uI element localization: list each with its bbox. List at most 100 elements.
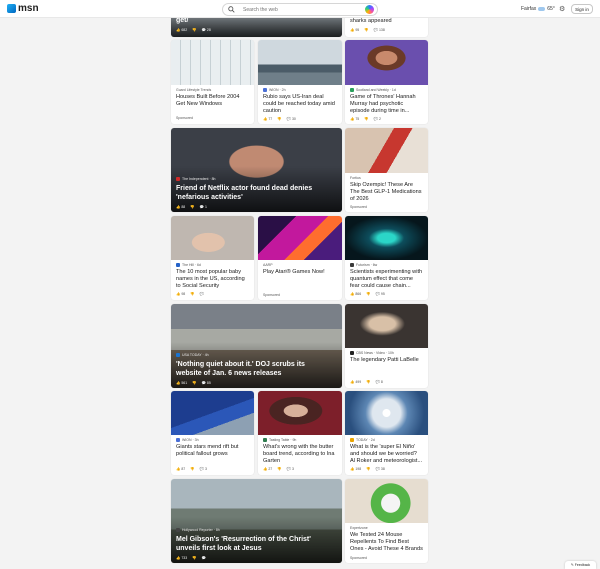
search-input[interactable] (243, 6, 363, 13)
card-title[interactable]: Scientists experimenting with quantum ef… (350, 269, 423, 290)
card-image (171, 391, 254, 435)
sponsored-label: Sponsored (176, 116, 193, 120)
card-reactions: 👍 88 👎 💬 1 (176, 205, 207, 209)
like-button[interactable]: 👍 561 (176, 381, 187, 385)
sponsored-card[interactable]: Fortius Skip Ozempic! These Are The Best… (345, 128, 428, 212)
like-button[interactable]: 👍 499 (350, 380, 361, 384)
card-image (345, 391, 428, 435)
dislike-icon[interactable]: 👎 (190, 205, 194, 209)
comment-button[interactable]: 💬 95 (376, 292, 385, 296)
cloud-icon (538, 7, 546, 11)
news-card[interactable]: The Hill · 6d The 10 most popular baby n… (171, 216, 254, 300)
dislike-icon[interactable]: 👎 (364, 117, 368, 121)
comment-button[interactable]: 💬 30 (287, 117, 296, 121)
like-button[interactable]: 👍 75 (350, 117, 359, 121)
news-card[interactable]: WION · 2h Rubio says US-Iran deal could … (258, 40, 342, 124)
hero-news-card[interactable]: Hollywood Reporter · 8h Mel Gibson's 'Re… (171, 479, 342, 563)
dislike-icon[interactable]: 👎 (277, 117, 281, 121)
card-image (171, 40, 254, 85)
comment-button[interactable]: 💬 138 (374, 28, 385, 32)
thumbs-up-icon: 👍 (176, 28, 181, 32)
comment-button[interactable]: 💬 1 (200, 205, 207, 209)
msn-logo[interactable]: msn (7, 3, 39, 14)
like-button[interactable]: 👍 95 (350, 28, 359, 32)
like-button[interactable]: 👍 733 (176, 556, 187, 560)
news-card[interactable]: Futurism · 6w Scientists experimenting w… (345, 216, 428, 300)
dislike-icon[interactable]: 👎 (364, 28, 368, 32)
sponsored-card[interactable]: Guard Lifestyle Trends Houses Built Befo… (171, 40, 254, 124)
like-button[interactable]: 👍 198 (350, 467, 361, 471)
comment-icon: 💬 (375, 380, 380, 384)
card-title[interactable]: Houses Built Before 2004 Get New Windows (176, 94, 249, 108)
comment-button[interactable]: 💬 (202, 556, 207, 560)
news-card[interactable]: CBS News · Video · 10h The legendary Pat… (345, 304, 428, 388)
card-image (258, 40, 342, 85)
card-image (345, 216, 428, 260)
source-favicon-icon (350, 438, 354, 442)
dislike-icon[interactable]: 👎 (190, 467, 194, 471)
sponsored-card[interactable]: AARP Play Atari® Games Now! Sponsored (258, 216, 342, 300)
card-title[interactable]: Rubio says US-Iran deal could be reached… (263, 94, 337, 115)
dislike-icon[interactable]: 👎 (192, 556, 196, 560)
dislike-icon[interactable]: 👎 (366, 467, 370, 471)
card-title[interactable]: Play Atari® Games Now! (263, 269, 337, 276)
card-reactions: 👍 77 👎 💬 30 (263, 117, 296, 121)
card-title[interactable]: What is the 'super El Niño' and should w… (350, 444, 423, 465)
card-title[interactable]: What's wrong with the butter board trend… (263, 444, 337, 465)
comment-button[interactable]: 💬 (200, 292, 205, 296)
news-card[interactable]: TODAY · 2d What is the 'super El Niño' a… (345, 391, 428, 475)
card-title[interactable]: Skip Ozempic! These Are The Best GLP-1 M… (350, 182, 423, 203)
card-title[interactable]: The 10 most popular baby names in the US… (176, 269, 249, 290)
thumbs-up-icon: 👍 (350, 467, 355, 471)
news-card[interactable]: WION · 3h Giants stars mend rift but pol… (171, 391, 254, 475)
dislike-icon[interactable]: 👎 (366, 292, 370, 296)
hero-news-card[interactable]: The Independent · 8h Friend of Netflix a… (171, 128, 342, 212)
card-source: Tasting Table · 9h (263, 438, 296, 442)
like-button[interactable]: 👍 682 (176, 28, 187, 32)
card-title[interactable]: The legendary Patti LaBelle (350, 357, 423, 364)
gear-icon[interactable]: ⚙ (559, 5, 565, 13)
comment-button[interactable]: 💬 2 (374, 117, 381, 121)
like-button[interactable]: 👍 77 (263, 117, 272, 121)
sponsored-label: Sponsored (263, 293, 280, 297)
card-title[interactable]: sharks appeared (350, 18, 423, 25)
comment-icon: 💬 (201, 381, 206, 385)
feedback-button[interactable]: ✎ Feedback (565, 561, 596, 569)
card-title[interactable]: Game of Thrones' Hannah Murray had psych… (350, 94, 423, 115)
comment-icon: 💬 (199, 292, 204, 296)
like-button[interactable]: 👍 98 (176, 292, 185, 296)
comment-button[interactable]: 💬 8 (376, 380, 383, 384)
comment-button[interactable]: 💬 85 (202, 381, 211, 385)
news-card[interactable]: Tasting Table · 9h What's wrong with the… (258, 391, 342, 475)
card-title[interactable]: Friend of Netflix actor found dead denie… (176, 184, 330, 202)
hero-news-card[interactable]: USA TODAY · 4h 'Nothing quiet about it.'… (171, 304, 342, 388)
card-title[interactable]: Giants stars mend rift but political fal… (176, 444, 249, 458)
comment-button[interactable]: 💬 38 (376, 467, 385, 471)
like-button[interactable]: 👍 87 (176, 467, 185, 471)
card-image (345, 40, 428, 85)
search-box[interactable] (222, 3, 378, 16)
like-button[interactable]: 👍 866 (350, 292, 361, 296)
news-card[interactable]: Scotland and Weekly · 1d Game of Thrones… (345, 40, 428, 124)
card-image (171, 216, 254, 260)
comment-button[interactable]: 💬 3 (287, 467, 294, 471)
dislike-icon[interactable]: 👎 (192, 381, 196, 385)
dislike-icon[interactable]: 👎 (192, 28, 196, 32)
like-button[interactable]: 👍 88 (176, 205, 185, 209)
dislike-icon[interactable]: 👎 (366, 380, 370, 384)
card-image (345, 479, 428, 523)
card-title[interactable]: 'Nothing quiet about it.' DOJ scrubs its… (176, 360, 330, 378)
sign-in-button[interactable]: Sign in (571, 4, 593, 14)
dislike-icon[interactable]: 👎 (277, 467, 281, 471)
comment-button[interactable]: 💬 3 (200, 467, 207, 471)
card-title[interactable]: Mel Gibson's 'Resurrection of the Christ… (176, 535, 330, 553)
like-button[interactable]: 👍 27 (263, 467, 272, 471)
comment-button[interactable]: 💬 28 (202, 28, 211, 32)
card-source: Hollywood Reporter · 8h (176, 528, 220, 532)
copilot-icon[interactable] (365, 5, 374, 14)
sponsored-card[interactable]: Expertzone We Tested 24 Mouse Repellents… (345, 479, 428, 563)
weather-widget[interactable]: Fairfax 65° (521, 6, 555, 12)
card-title[interactable]: We Tested 24 Mouse Repellents To Find Be… (350, 532, 423, 553)
dislike-icon[interactable]: 👎 (190, 292, 194, 296)
card-reactions: 👍 561 👎 💬 85 (176, 381, 211, 385)
